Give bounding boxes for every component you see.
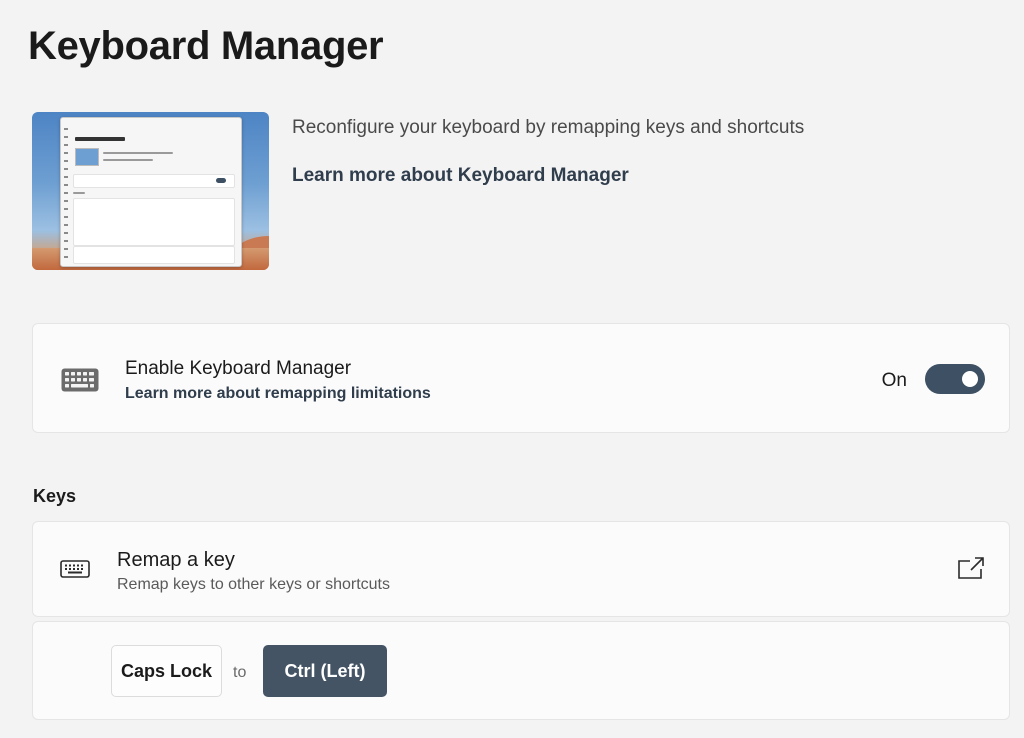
hero-description: Reconfigure your keyboard by remapping k…	[292, 117, 805, 138]
section-header-keys: Keys	[33, 486, 77, 506]
keyboard-icon	[61, 368, 99, 397]
keyboard-icon	[60, 560, 90, 583]
learn-more-link[interactable]: Learn more about Keyboard Manager	[292, 165, 629, 187]
enable-toggle[interactable]	[925, 364, 985, 394]
page-title: Keyboard Manager	[28, 24, 384, 68]
toggle-state-label: On	[881, 370, 907, 391]
key-mapping-row: Caps Lock to Ctrl (Left)	[32, 621, 1010, 720]
remap-key-card[interactable]: Remap a key Remap keys to other keys or …	[32, 521, 1010, 617]
enable-title: Enable Keyboard Manager	[125, 358, 352, 379]
hero-image	[32, 112, 269, 270]
remapped-key-chip: Ctrl (Left)	[263, 645, 387, 697]
remap-title: Remap a key	[117, 549, 235, 571]
original-key-chip: Caps Lock	[111, 645, 222, 697]
toggle-knob	[962, 371, 978, 387]
mapping-to-label: to	[233, 664, 247, 681]
remapping-limitations-link[interactable]: Learn more about remapping limitations	[125, 385, 431, 403]
enable-keyboard-manager-card: Enable Keyboard Manager Learn more about…	[32, 323, 1010, 433]
remap-description: Remap keys to other keys or shortcuts	[117, 576, 390, 593]
hero-app-preview	[60, 117, 242, 267]
open-external-icon[interactable]	[957, 556, 985, 585]
